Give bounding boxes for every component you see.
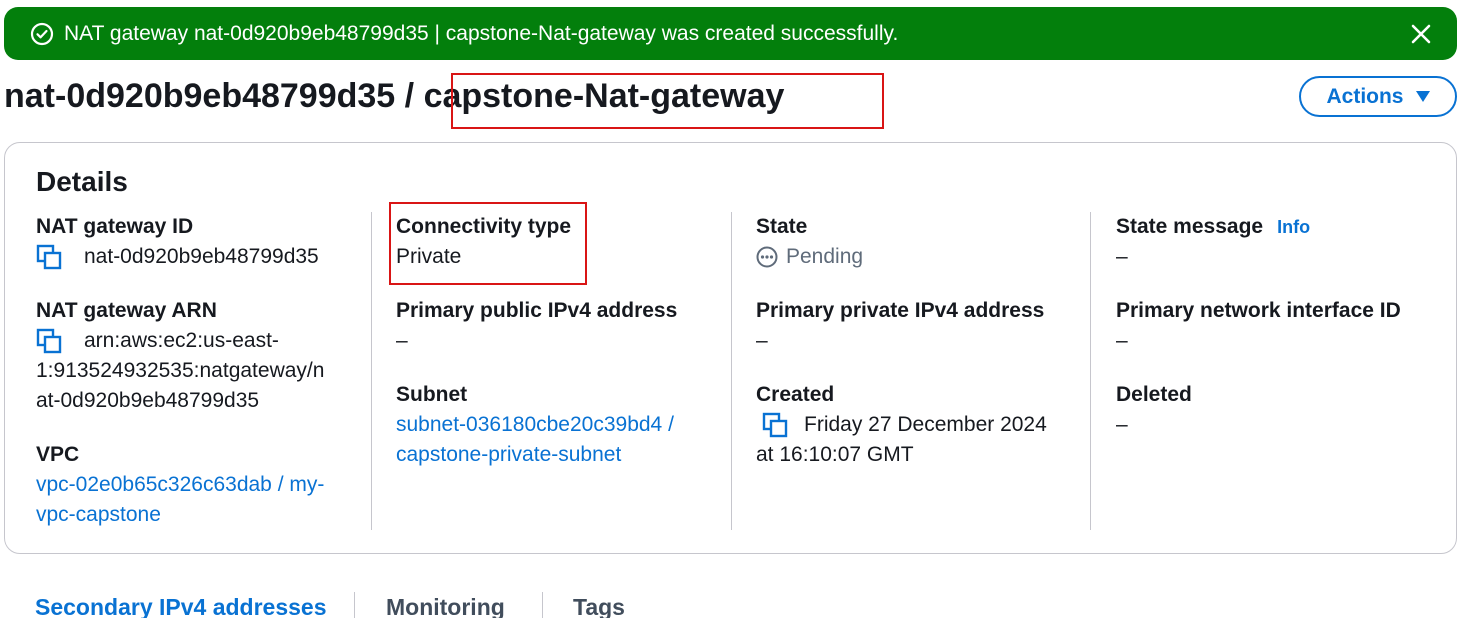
banner-message: NAT gateway nat-0d920b9eb48799d35 | caps… bbox=[64, 22, 899, 45]
primary-network-interface-label: Primary network interface ID bbox=[1116, 299, 1401, 322]
close-icon[interactable] bbox=[1408, 21, 1434, 47]
deleted-label: Deleted bbox=[1116, 383, 1192, 406]
column-divider bbox=[1090, 212, 1091, 530]
primary-public-ipv4-label: Primary public IPv4 address bbox=[396, 299, 678, 322]
subnet-link-line[interactable]: capstone-private-subnet bbox=[396, 440, 674, 470]
nat-gateway-arn-line: at-0d920b9eb48799d35 bbox=[36, 389, 260, 412]
primary-private-ipv4-value: – bbox=[756, 329, 768, 352]
column-divider bbox=[731, 212, 732, 530]
created-value-line: Friday 27 December 2024 bbox=[804, 413, 1047, 436]
check-circle-icon bbox=[30, 22, 54, 46]
tab-divider bbox=[354, 592, 355, 618]
primary-private-ipv4-label: Primary private IPv4 address bbox=[756, 299, 1045, 322]
connectivity-type-highlight bbox=[389, 202, 587, 285]
title-id: nat-0d920b9eb48799d35 bbox=[4, 77, 396, 115]
info-link[interactable]: Info bbox=[1277, 217, 1310, 237]
subnet-link-line[interactable]: subnet-036180cbe20c39bd4 / bbox=[396, 410, 674, 440]
state-message-label: State message bbox=[1116, 215, 1264, 238]
title-separator: / bbox=[395, 77, 424, 115]
nat-gateway-arn-field: NAT gateway ARN arn:aws:ec2:us-east- 1:9… bbox=[36, 296, 324, 416]
primary-public-ipv4-value: – bbox=[396, 329, 408, 352]
created-label: Created bbox=[756, 383, 835, 406]
vpc-link-line[interactable]: vpc-capstone bbox=[36, 500, 324, 530]
caret-down-icon bbox=[1415, 91, 1430, 102]
state-message-label-row: State message Info bbox=[1116, 212, 1310, 242]
state-label: State bbox=[756, 215, 808, 238]
subnet-field: Subnet subnet-036180cbe20c39bd4 / capsto… bbox=[396, 380, 674, 470]
state-value: Pending bbox=[786, 245, 864, 268]
details-title: Details bbox=[36, 166, 128, 197]
copy-icon[interactable] bbox=[762, 412, 788, 438]
copy-icon[interactable] bbox=[36, 328, 62, 354]
actions-label: Actions bbox=[1326, 84, 1404, 108]
primary-network-interface-value: – bbox=[1116, 329, 1128, 352]
vpc-link-line[interactable]: vpc-02e0b65c326c63dab / my- bbox=[36, 470, 324, 500]
nat-gateway-id-field: NAT gateway ID nat-0d920b9eb48799d35 bbox=[36, 212, 319, 272]
subnet-label: Subnet bbox=[396, 383, 468, 406]
primary-private-ipv4-field: Primary private IPv4 address – bbox=[756, 296, 1044, 356]
nat-gateway-arn-line: arn:aws:ec2:us-east- bbox=[84, 329, 279, 352]
success-banner: NAT gateway nat-0d920b9eb48799d35 | caps… bbox=[4, 7, 1457, 60]
subnet-link[interactable]: subnet-036180cbe20c39bd4 / capstone-priv… bbox=[396, 410, 674, 470]
vpc-field: VPC vpc-02e0b65c326c63dab / my- vpc-caps… bbox=[36, 440, 324, 530]
created-value-line: at 16:10:07 GMT bbox=[756, 443, 914, 466]
state-message-value: – bbox=[1116, 245, 1128, 268]
primary-public-ipv4-field: Primary public IPv4 address – bbox=[396, 296, 677, 356]
tab-tags[interactable]: Tags bbox=[573, 592, 625, 618]
tab-secondary-ipv4-addresses[interactable]: Secondary IPv4 addresses bbox=[35, 592, 327, 618]
copy-icon[interactable] bbox=[36, 244, 62, 270]
nat-gateway-id-label: NAT gateway ID bbox=[36, 215, 194, 238]
deleted-value: – bbox=[1116, 413, 1128, 436]
deleted-field: Deleted – bbox=[1116, 380, 1192, 440]
title-name-highlight bbox=[451, 73, 884, 129]
pending-icon bbox=[756, 246, 778, 268]
state-field: State Pending bbox=[756, 212, 863, 272]
created-field: Created Friday 27 December 2024 at 16:10… bbox=[756, 380, 1047, 470]
tab-monitoring[interactable]: Monitoring bbox=[386, 592, 505, 618]
primary-network-interface-field: Primary network interface ID – bbox=[1116, 296, 1401, 356]
nat-gateway-id-value: nat-0d920b9eb48799d35 bbox=[84, 245, 319, 268]
vpc-label: VPC bbox=[36, 443, 80, 466]
vpc-link[interactable]: vpc-02e0b65c326c63dab / my- vpc-capstone bbox=[36, 470, 324, 530]
nat-gateway-arn-line: 1:913524932535:natgateway/n bbox=[36, 359, 325, 382]
state-message-field: State message Info – bbox=[1116, 212, 1310, 272]
actions-button[interactable]: Actions bbox=[1299, 76, 1457, 117]
column-divider bbox=[371, 212, 372, 530]
tab-divider bbox=[542, 592, 543, 618]
nat-gateway-arn-label: NAT gateway ARN bbox=[36, 299, 217, 322]
